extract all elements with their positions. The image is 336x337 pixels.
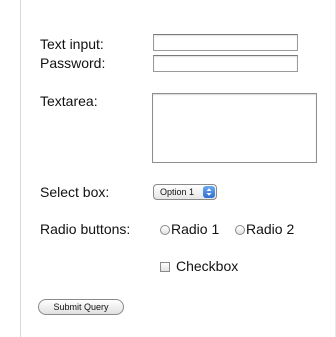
text-input-field[interactable] — [153, 34, 298, 51]
radio-2-label[interactable]: Radio 2 — [246, 221, 294, 238]
form-panel: Text input: Password: Textarea: Select b… — [20, 0, 336, 337]
radio-1-label[interactable]: Radio 1 — [171, 221, 219, 238]
checkbox-label[interactable]: Checkbox — [176, 258, 238, 275]
radio-2-button[interactable] — [235, 225, 245, 235]
password-field[interactable] — [153, 55, 298, 72]
textarea-label: Textarea: — [40, 93, 98, 109]
radio-1-button[interactable] — [160, 225, 170, 235]
text-input-label: Text input: — [40, 36, 104, 52]
radio-buttons-label: Radio buttons: — [40, 221, 131, 237]
password-label: Password: — [40, 55, 106, 71]
textarea-field[interactable] — [152, 93, 317, 163]
checkbox[interactable] — [160, 262, 170, 272]
submit-query-button[interactable]: Submit Query — [38, 299, 124, 315]
select-box-value: Option 1 — [160, 187, 195, 197]
select-box-label: Select box: — [40, 184, 110, 200]
up-down-arrows-icon — [203, 186, 215, 198]
select-box[interactable]: Option 1 — [153, 184, 217, 200]
